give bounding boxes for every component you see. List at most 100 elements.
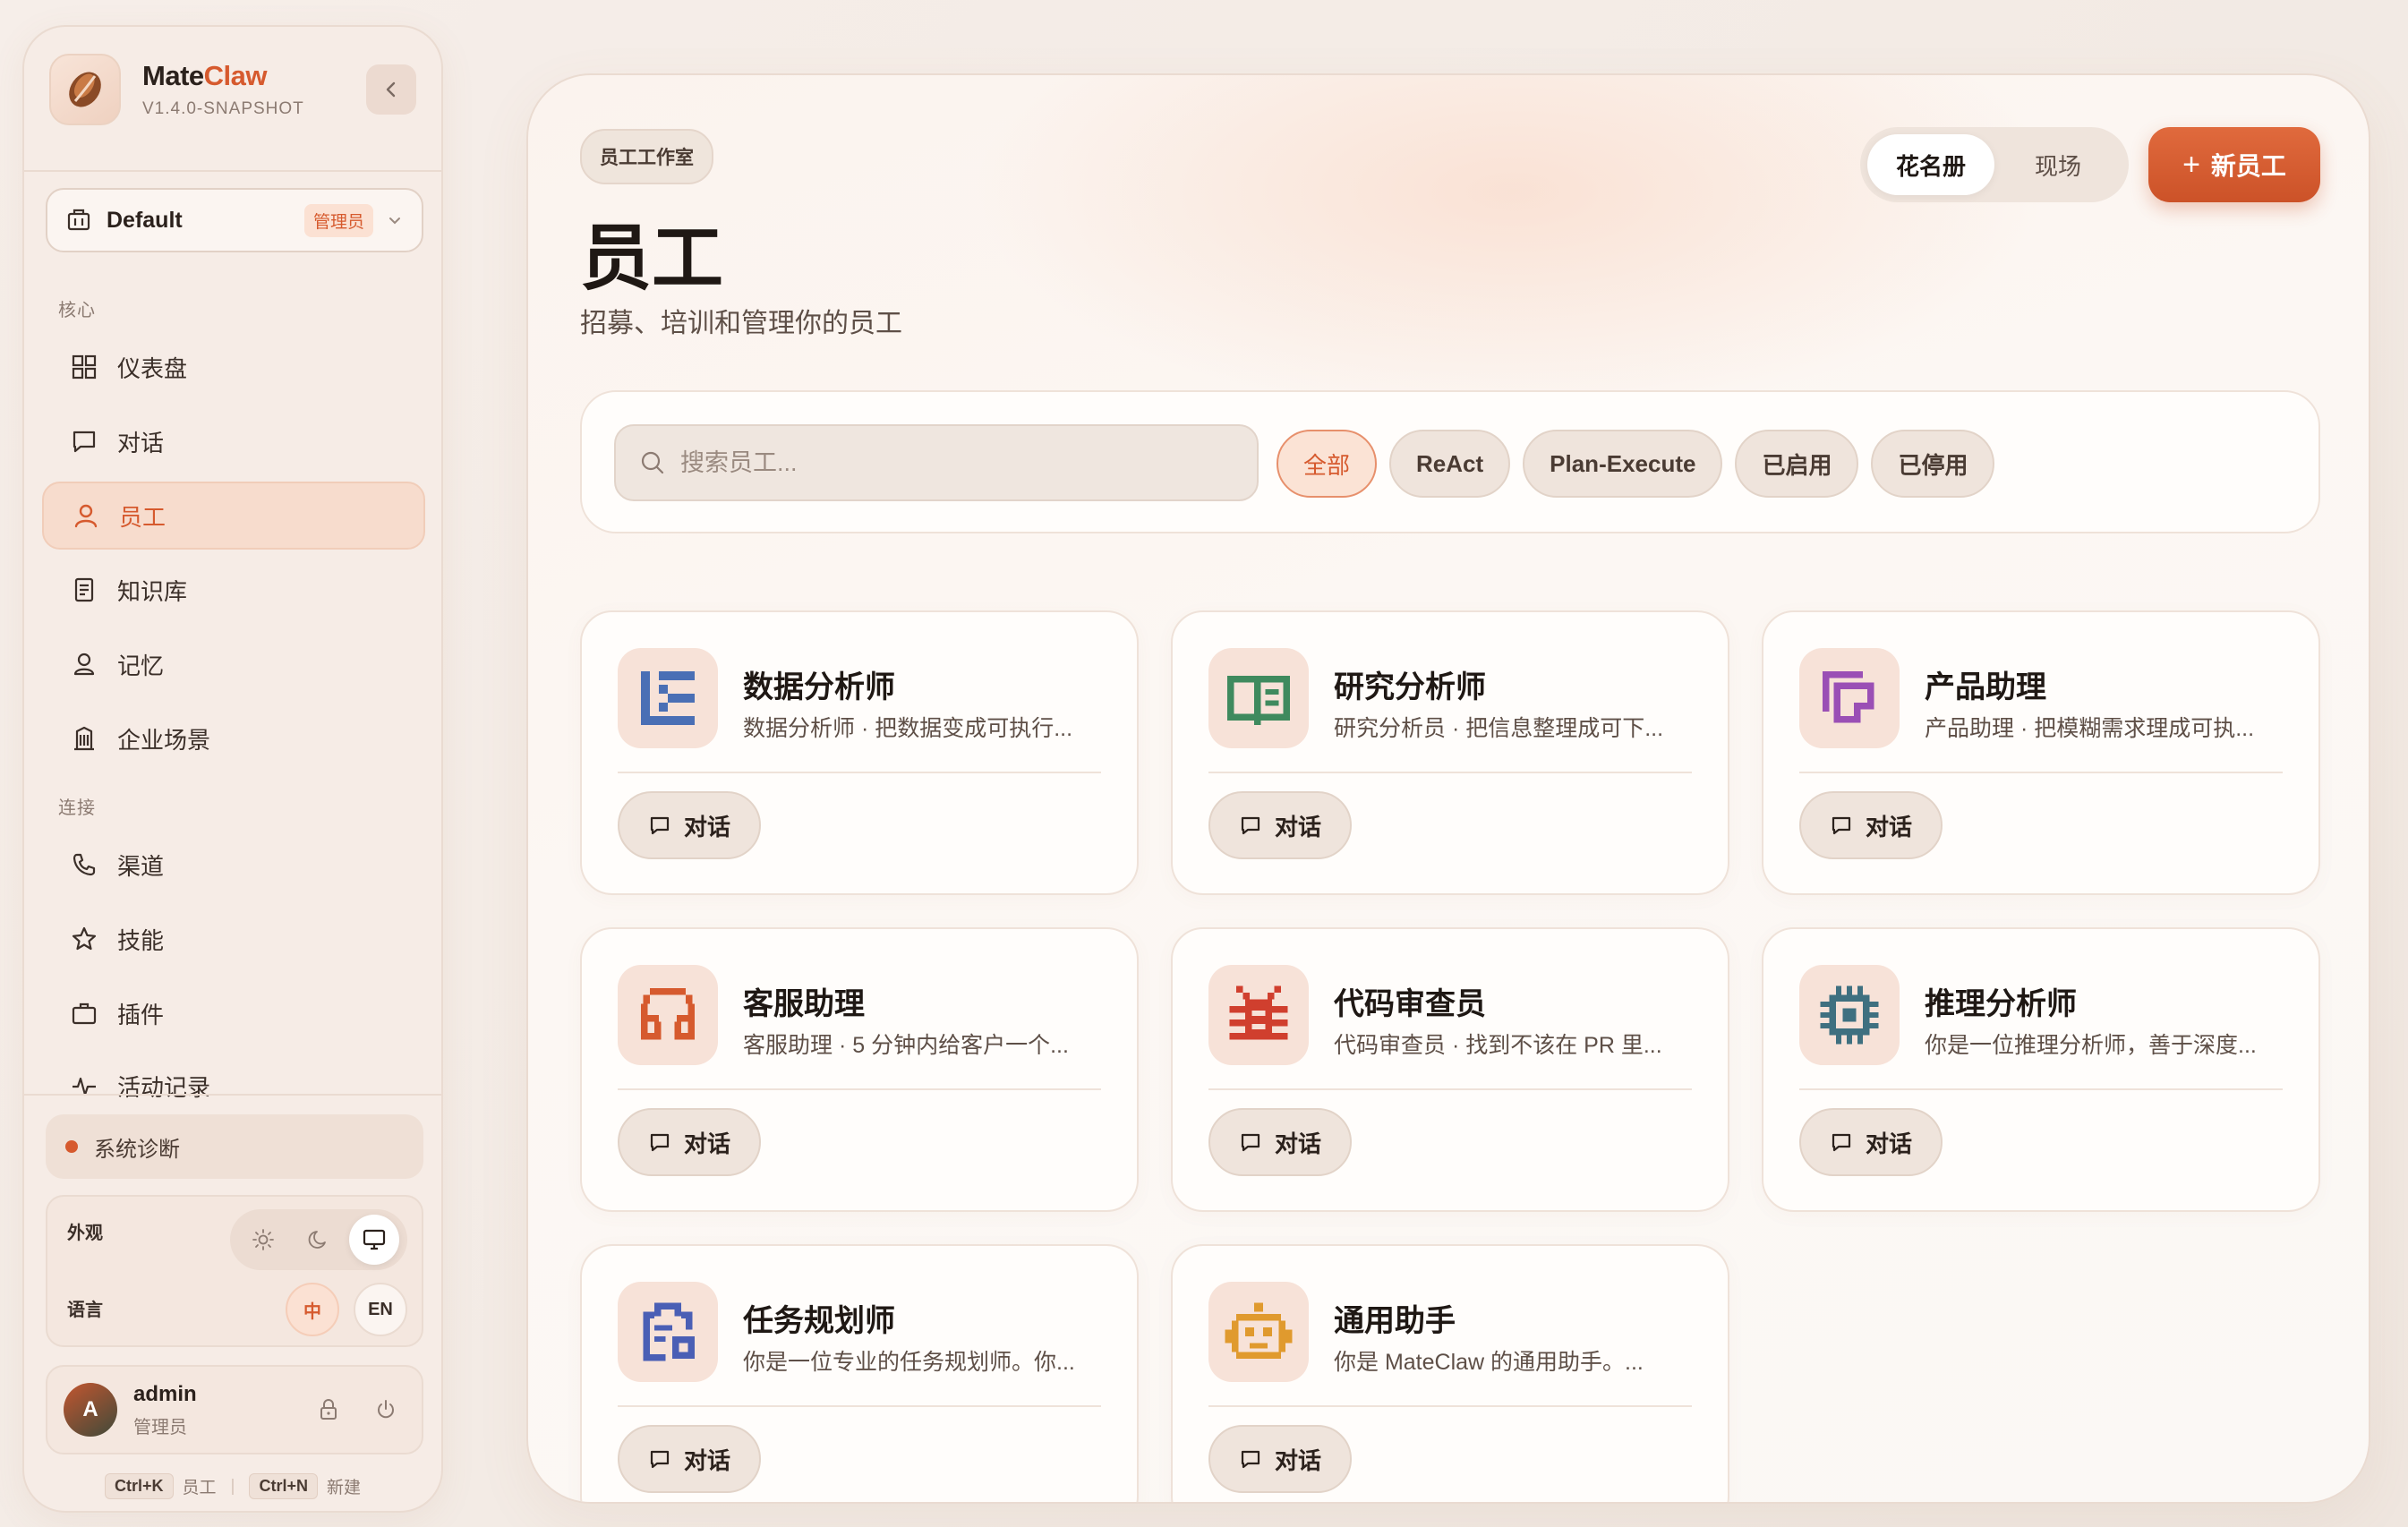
filter-chip-all[interactable]: 全部 [1277,430,1378,498]
message-icon [650,1450,670,1469]
separator: | [230,1476,235,1496]
sidebar-item-activity[interactable]: 活动记录 [42,1054,425,1098]
brand-name: MateClaw [142,60,268,91]
sidebar-item-chat[interactable]: 对话 [42,407,425,475]
sidebar-item-label: 插件 [117,1001,165,1028]
employee-card[interactable]: 代码审查员 代码审查员 · 找到不该在 PR 里... 对话 [1171,927,1729,1212]
message-icon [1241,816,1260,835]
workspace-selector[interactable]: Default 管理员 [46,188,423,252]
monitor-icon [363,1229,386,1250]
headphones-icon [618,965,718,1065]
section-title-core: 核心 [58,301,96,320]
sidebar-item-label: 记忆 [117,652,165,679]
user-icon [69,499,103,533]
chat-button[interactable]: 对话 [618,791,761,859]
page-title: 员工 [580,218,723,298]
lock-button[interactable] [307,1388,350,1431]
filter-chip-disabled[interactable]: 已停用 [1871,430,1995,498]
appearance-label: 外观 [67,1224,103,1243]
employee-card[interactable]: 通用助手 你是 MateClaw 的通用助手。... 对话 [1171,1244,1729,1502]
lock-icon [320,1399,337,1420]
document-icon [67,573,101,607]
status-dot [65,1140,78,1153]
employee-name: 通用助手 [1334,1304,1456,1338]
sidebar-item-skills[interactable]: 技能 [42,905,425,973]
employee-card[interactable]: 客服助理 客服助理 · 5 分钟内给客户一个... 对话 [580,927,1139,1212]
user-name: admin [133,1381,197,1406]
brand-version: V1.4.0-SNAPSHOT [142,99,304,118]
filter-chip-enabled[interactable]: 已启用 [1735,430,1859,498]
sidebar-item-channels[interactable]: 渠道 [42,831,425,899]
sun-icon [252,1229,274,1250]
employee-card[interactable]: 研究分析师 研究分析员 · 把信息整理成可下... 对话 [1171,610,1729,895]
sidebar-item-memory[interactable]: 记忆 [42,630,425,698]
person-icon [67,647,101,681]
robot-icon [1208,1282,1309,1382]
chat-button[interactable]: 对话 [618,1425,761,1493]
filter-chip-plan-execute[interactable]: Plan-Execute [1523,430,1723,498]
employee-description: 你是一位推理分析师，善于深度... [1925,1033,2257,1058]
sidebar-item-label: 对话 [117,429,165,456]
sidebar-item-dashboard[interactable]: 仪表盘 [42,333,425,401]
briefcase-icon [67,996,101,1030]
sidebar-item-plugins[interactable]: 插件 [42,979,425,1047]
sidebar-item-label: 渠道 [117,852,165,880]
building-icon [67,721,101,755]
employee-name: 代码审查员 [1334,987,1486,1021]
theme-dark-button[interactable] [294,1215,344,1265]
chat-label: 对话 [1865,813,1912,840]
chat-label: 对话 [1274,813,1321,840]
divider [24,170,441,172]
logout-button[interactable] [364,1388,407,1431]
brand: MateClaw V1.4.0-SNAPSHOT [49,54,304,125]
lang-zh-button[interactable]: 中 [286,1283,339,1336]
filter-chips: 全部 ReAct Plan-Execute 已启用 已停用 [1277,430,1995,498]
sidebar-item-label: 知识库 [117,577,188,605]
sidebar-item-label: 企业场景 [117,726,211,754]
tab-roster[interactable]: 花名册 [1867,134,1994,195]
chat-button[interactable]: 对话 [618,1108,761,1176]
theme-system-button[interactable] [349,1215,399,1265]
user-card: A admin 管理员 [46,1365,423,1454]
employee-description: 代码审查员 · 找到不该在 PR 里... [1334,1033,1662,1058]
chat-label: 对话 [1274,1130,1321,1157]
chat-label: 对话 [683,813,730,840]
main-panel: 员工工作室 员工 招募、培训和管理你的员工 花名册 现场 + 新员工 全部 Re… [526,73,2370,1504]
employee-card[interactable]: 任务规划师 你是一位专业的任务规划师。你... 对话 [580,1244,1139,1502]
chat-button[interactable]: 对话 [1799,1108,1943,1176]
shortcut-label: 新建 [326,1479,361,1497]
language-label: 语言 [67,1301,103,1320]
employee-name: 产品助理 [1925,670,2046,704]
message-icon [1832,1133,1851,1152]
sidebar-item-knowledge[interactable]: 知识库 [42,556,425,624]
chip-icon [1799,965,1900,1065]
tab-live[interactable]: 现场 [1994,134,2122,195]
chat-label: 对话 [683,1446,730,1474]
chevron-left-icon [386,81,396,98]
employee-name: 研究分析师 [1334,670,1486,704]
sidebar-item-enterprise[interactable]: 企业场景 [42,704,425,772]
chat-button[interactable]: 对话 [1208,1108,1352,1176]
chat-button[interactable]: 对话 [1799,791,1943,859]
preferences-panel: 外观 语言 中 EN [46,1195,423,1347]
section-kicker: 员工工作室 [580,129,713,184]
search-input[interactable] [680,448,1217,477]
employee-name: 推理分析师 [1925,987,2077,1021]
employee-name: 任务规划师 [743,1304,895,1338]
sidebar-item-employees[interactable]: 员工 [42,482,425,550]
filter-chip-react[interactable]: ReAct [1389,430,1511,498]
system-diagnostics-button[interactable]: 系统诊断 [46,1114,423,1179]
new-employee-button[interactable]: + 新员工 [2148,127,2320,202]
data-list-icon [618,648,718,748]
employee-card[interactable]: 数据分析师 数据分析师 · 把数据变成可执行... 对话 [580,610,1139,895]
chevron-down-icon [389,218,400,225]
view-toggle: 花名册 现场 [1860,127,2129,202]
grid-icon [67,350,101,384]
lang-en-button[interactable]: EN [354,1283,407,1336]
employee-card[interactable]: 产品助理 产品助理 · 把模糊需求理成可执... 对话 [1762,610,2320,895]
employee-card[interactable]: 推理分析师 你是一位推理分析师，善于深度... 对话 [1762,927,2320,1212]
theme-light-button[interactable] [238,1215,288,1265]
chat-button[interactable]: 对话 [1208,791,1352,859]
collapse-sidebar-button[interactable] [366,64,416,115]
chat-button[interactable]: 对话 [1208,1425,1352,1493]
